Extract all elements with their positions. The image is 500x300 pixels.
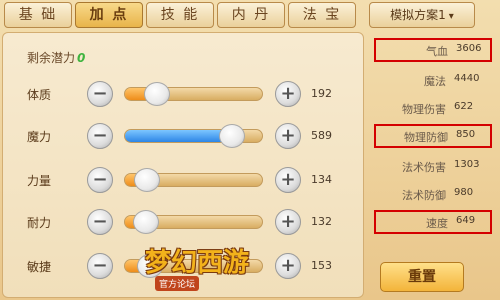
attribute-slider[interactable]	[124, 210, 263, 234]
attribute-row-endurance: 耐力 − + 132	[3, 207, 365, 237]
attribute-row-magic: 魔力 − + 589	[3, 121, 365, 151]
minus-button[interactable]: −	[87, 209, 113, 235]
tab-bar: 基 础 加 点 技 能 内 丹 法 宝	[0, 0, 365, 30]
attribute-label: 力量	[27, 174, 52, 188]
plus-button[interactable]: +	[275, 81, 301, 107]
attribute-value: 192	[311, 87, 332, 100]
minus-button[interactable]: −	[87, 253, 113, 279]
stat-magic-damage: 法术伤害 1303	[374, 154, 492, 178]
stat-physical-damage: 物理伤害 622	[374, 96, 492, 120]
stat-label: 法术伤害	[402, 161, 446, 174]
attribute-value: 589	[311, 129, 332, 142]
logo-subtitle: 官方论坛	[155, 276, 200, 291]
potential-value: 0	[77, 51, 86, 65]
tab-skills[interactable]: 技 能	[146, 2, 214, 28]
plus-button[interactable]: +	[275, 167, 301, 193]
stat-mp: 魔法 4440	[374, 68, 492, 92]
tab-basic[interactable]: 基 础	[4, 2, 72, 28]
tab-points[interactable]: 加 点	[75, 2, 143, 28]
slider-knob[interactable]	[219, 124, 245, 148]
attribute-slider[interactable]	[124, 124, 263, 148]
minus-button[interactable]: −	[87, 81, 113, 107]
slider-knob[interactable]	[133, 210, 159, 234]
stat-physical-defense: 物理防御 850	[374, 124, 492, 148]
stat-value: 980	[454, 187, 474, 198]
stat-label: 气血	[426, 45, 448, 58]
tab-treasure[interactable]: 法 宝	[288, 2, 356, 28]
attribute-label: 体质	[27, 88, 52, 102]
attribute-value: 153	[311, 259, 332, 272]
game-logo: 梦幻西游 官方论坛	[145, 242, 265, 298]
stat-label: 物理伤害	[402, 103, 446, 116]
stat-value: 649	[456, 215, 476, 226]
scheme-label: 模拟方案1	[390, 8, 446, 22]
slider-knob[interactable]	[144, 82, 170, 106]
attribute-slider[interactable]	[124, 82, 263, 106]
attribute-row-constitution: 体质 − + 192	[3, 79, 365, 109]
remaining-potential: 剩余潜力 0	[27, 49, 85, 66]
scheme-dropdown[interactable]: 模拟方案1 ▾	[369, 2, 475, 28]
attribute-value: 134	[311, 173, 332, 186]
slider-knob[interactable]	[134, 168, 160, 192]
stat-value: 622	[454, 101, 474, 112]
attribute-value: 132	[311, 215, 332, 228]
reset-button[interactable]: 重置	[380, 262, 464, 292]
plus-button[interactable]: +	[275, 253, 301, 279]
stat-speed: 速度 649	[374, 210, 492, 234]
stat-value: 4440	[454, 73, 480, 84]
stat-label: 物理防御	[404, 131, 448, 144]
attribute-label: 耐力	[27, 216, 52, 230]
chevron-down-icon: ▾	[448, 11, 454, 22]
stats-panel: 气血 3606 魔法 4440 物理伤害 622 物理防御 850 法术伤害 1…	[370, 34, 498, 254]
logo-title: 梦幻西游	[145, 248, 250, 278]
attribute-label: 敏捷	[27, 260, 52, 274]
plus-button[interactable]: +	[275, 123, 301, 149]
stat-value: 1303	[454, 159, 480, 170]
minus-button[interactable]: −	[87, 123, 113, 149]
stat-label: 法术防御	[402, 189, 446, 202]
stat-label: 速度	[426, 217, 448, 230]
stat-value: 850	[456, 129, 476, 140]
plus-button[interactable]: +	[275, 209, 301, 235]
stat-hp: 气血 3606	[374, 38, 492, 62]
slider-fill	[125, 130, 232, 142]
stat-label: 魔法	[424, 75, 446, 88]
attribute-label: 魔力	[27, 130, 52, 144]
potential-label: 剩余潜力	[27, 51, 76, 65]
attribute-slider[interactable]	[124, 168, 263, 192]
attribute-row-strength: 力量 − + 134	[3, 165, 365, 195]
tab-inner-pill[interactable]: 内 丹	[217, 2, 285, 28]
minus-button[interactable]: −	[87, 167, 113, 193]
game-window: 基 础 加 点 技 能 内 丹 法 宝 模拟方案1 ▾ 剩余潜力 0 体质 − + …	[0, 0, 500, 300]
stat-value: 3606	[456, 43, 482, 54]
stat-magic-defense: 法术防御 980	[374, 182, 492, 206]
